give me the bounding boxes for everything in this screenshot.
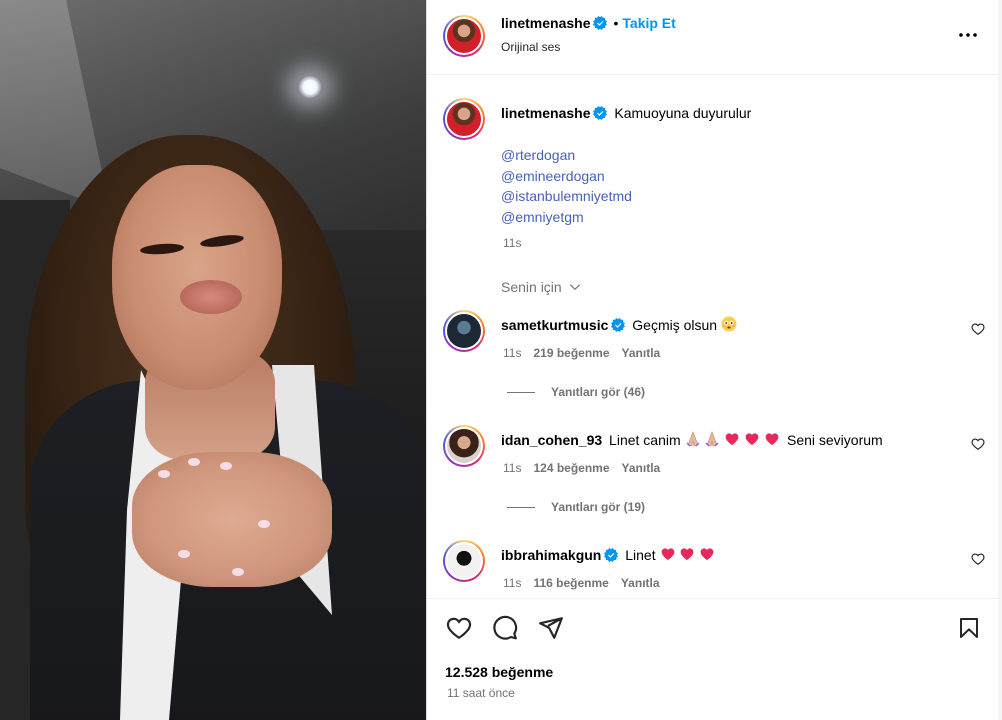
comment-line: ibbrahimakgun Linet [501,546,715,563]
comment-username[interactable]: idan_cohen_93 [501,432,602,448]
caption-text: Kamuoyuna duyurulur [614,105,752,121]
chevron-down-icon [569,284,580,291]
share-button[interactable] [537,614,565,642]
replies-rule [507,391,535,393]
comment-text-after: Seni seviyorum [786,432,883,448]
scrollbar[interactable] [998,0,1002,720]
more-options-button[interactable] [953,20,983,50]
author-username[interactable]: linetmenashe [501,15,590,31]
comment-time[interactable]: 11s [503,346,521,360]
comment-item: idan_cohen_93 Linet canim Seni seviyorum… [427,425,1002,505]
caption-mentions: @rterdogan @emineerdogan @istanbulemniye… [501,145,632,227]
nail [232,568,244,576]
replies-rule [507,506,535,508]
like-count[interactable]: 12.528 beğenme [445,664,553,680]
comment-icon [493,615,518,640]
comment-likes[interactable]: 219 beğenme [533,346,609,360]
mention-link[interactable]: @rterdogan [501,145,632,166]
folded-hands-icon [705,431,719,447]
post-header: linetmenashe • Takip Et Orijinal ses [427,0,1002,75]
view-replies-label: Yanıtları gör (46) [551,385,646,399]
mention-link[interactable]: @istanbulemniyetmd [501,186,632,207]
caption-line: linetmenashe Kamuoyuna duyurulur [501,105,751,121]
mention-link[interactable]: @emniyetgm [501,207,632,228]
ceiling-lamp [297,76,323,98]
comment-line: sametkurtmusic Geçmiş olsun [501,316,737,333]
heart-icon [681,548,694,560]
nail [158,470,170,478]
heart-icon [661,548,674,560]
nail [188,458,200,466]
follow-button[interactable]: Takip Et [622,15,675,31]
comment-filter-dropdown[interactable]: Senin için [501,279,582,295]
view-replies-button[interactable]: Yanıtları gör (19) [507,500,645,514]
save-button[interactable] [955,614,983,642]
share-icon [539,617,563,639]
comment-username[interactable]: sametkurtmusic [501,317,608,333]
lips [180,280,242,314]
reply-button[interactable]: Yanıtla [622,461,661,475]
folded-hands-icon [686,431,700,447]
heart-outline-icon [446,617,472,640]
nail [258,520,270,528]
flushed-face-icon [721,316,737,332]
view-replies-button[interactable]: Yanıtları gör (46) [507,385,645,399]
audio-label[interactable]: Orijinal ses [501,40,560,54]
comment-meta: 11s 116 beğenme Yanıtla [503,576,660,590]
verified-badge-icon [611,318,626,332]
post-time[interactable]: 11 saat önce [447,686,515,700]
comment-username[interactable]: ibbrahimakgun [501,547,601,563]
more-icon [959,33,977,37]
comment-time[interactable]: 11s [503,461,521,475]
heart-icon [745,433,759,445]
like-button[interactable] [445,614,473,642]
face [112,165,282,390]
heart-icon [765,433,779,445]
separator-dot: • [613,15,619,31]
post-media[interactable] [0,0,426,720]
caption-avatar[interactable] [443,98,485,140]
comment-line: idan_cohen_93 Linet canim Seni seviyorum [501,431,883,448]
post-panel: linetmenashe • Takip Et Orijinal ses linet… [426,0,1002,720]
commenter-avatar[interactable] [443,310,485,352]
caption-username[interactable]: linetmenashe [501,105,590,121]
commenter-avatar[interactable] [443,425,485,467]
comment-text: Linet [625,547,656,563]
heart-outline-icon[interactable] [971,552,985,566]
heart-icon [700,548,714,560]
verified-badge-icon [604,548,619,562]
comment-time[interactable]: 11s [503,576,521,590]
view-replies-label: Yanıtları gör (19) [551,500,646,514]
reply-button[interactable]: Yanıtla [622,346,661,360]
comment-likes[interactable]: 124 beğenme [533,461,609,475]
reply-button[interactable]: Yanıtla [621,576,660,590]
comment-likes[interactable]: 116 beğenme [533,576,608,590]
heart-icon [725,433,739,445]
author-avatar[interactable] [443,15,485,57]
nail [220,462,232,470]
bookmark-icon [960,618,978,638]
caption-time[interactable]: 11s [503,236,521,250]
author-line: linetmenashe • Takip Et [501,15,676,31]
heart-outline-icon[interactable] [971,437,985,451]
commenter-avatar[interactable] [443,540,485,582]
nail [178,550,190,558]
comment-button[interactable] [491,614,519,642]
action-bar [427,598,1002,720]
verified-badge-icon [593,16,608,30]
comment-item: sametkurtmusic Geçmiş olsun 11s 219 beğe… [427,310,1002,390]
comment-text: Geçmiş olsun [632,317,718,333]
mention-link[interactable]: @emineerdogan [501,166,632,187]
comment-meta: 11s 124 beğenme Yanıtla [503,461,660,475]
comment-meta: 11s 219 beğenme Yanıtla [503,346,660,360]
comment-text: Linet canim [609,432,681,448]
filter-label: Senin için [501,279,562,295]
verified-badge-icon [593,106,608,120]
heart-outline-icon[interactable] [971,322,985,336]
